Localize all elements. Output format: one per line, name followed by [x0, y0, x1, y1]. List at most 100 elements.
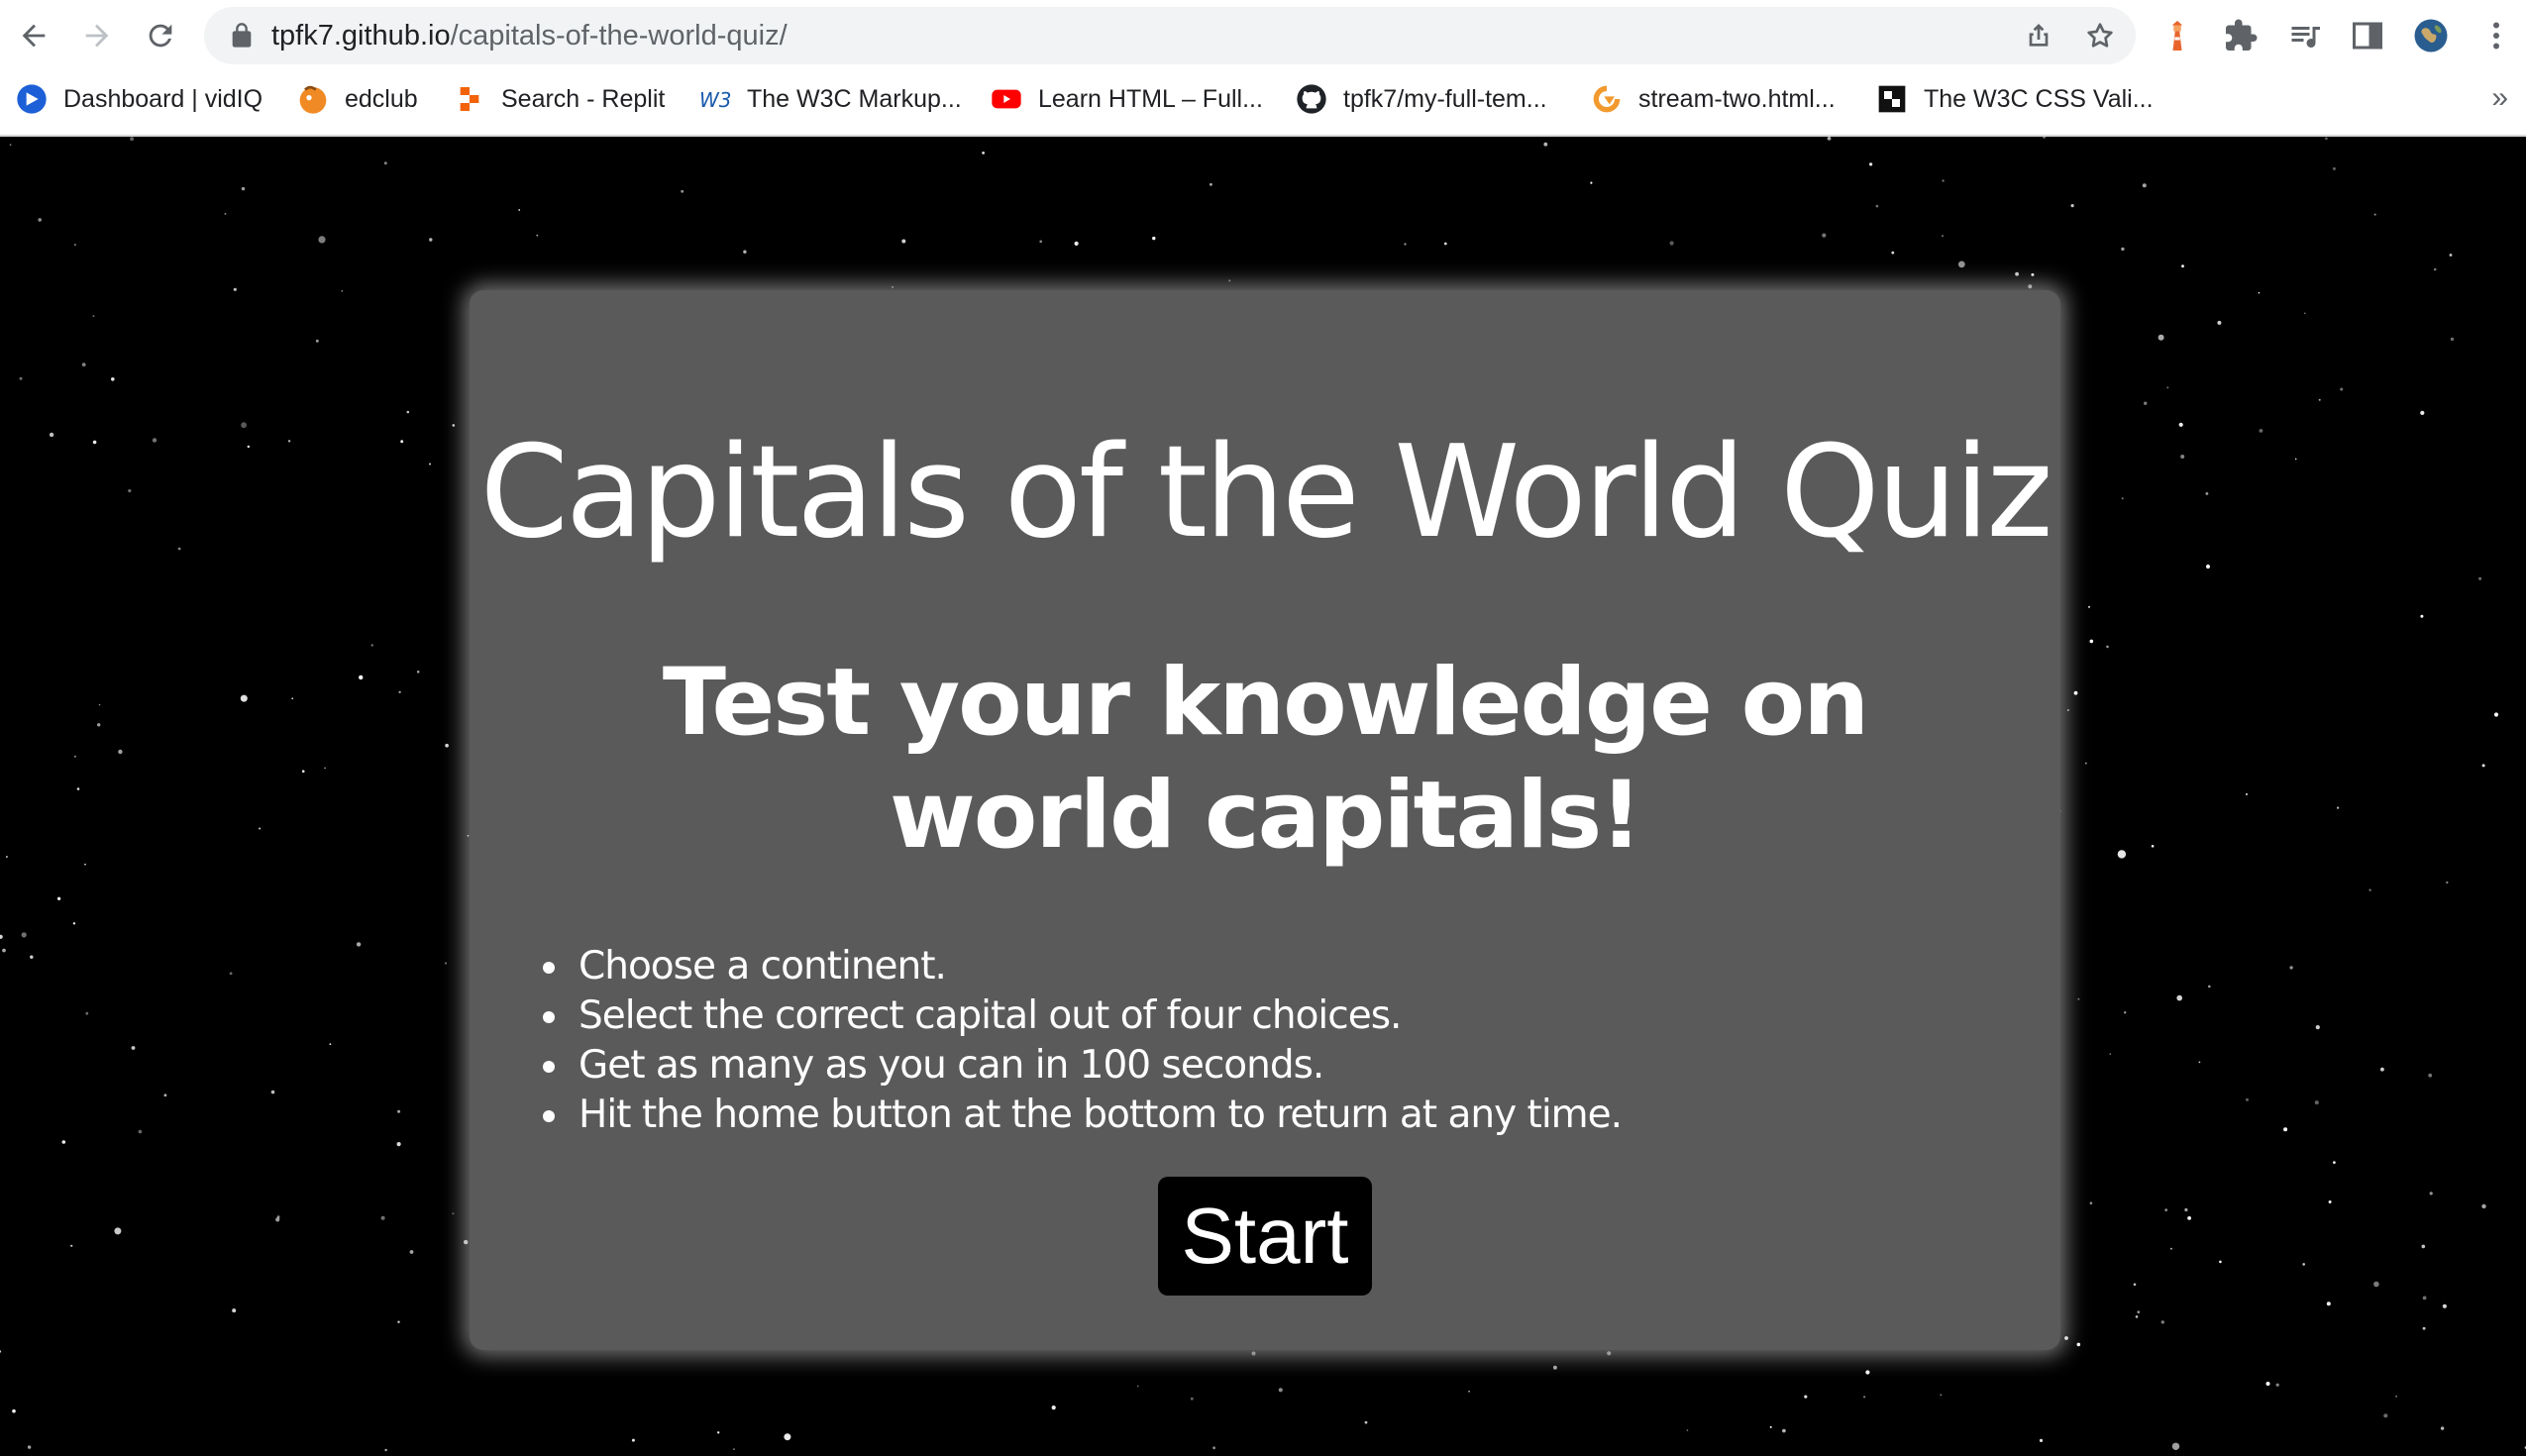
- star: [111, 377, 115, 381]
- star: [49, 432, 54, 438]
- star: [429, 463, 431, 466]
- star: [631, 1438, 635, 1442]
- profile-avatar-button[interactable]: [2409, 14, 2453, 57]
- bookmark-star-button[interactable]: [2082, 18, 2118, 53]
- media-controls-button[interactable]: [2283, 14, 2327, 57]
- star: [241, 186, 246, 191]
- bookmark-w3c-markup[interactable]: W3 The W3C Markup...: [699, 77, 962, 121]
- star: [1863, 1396, 1866, 1399]
- star: [2325, 137, 2328, 141]
- star: [733, 1448, 735, 1450]
- star: [12, 1408, 16, 1413]
- star: [2187, 1216, 2192, 1220]
- star: [2245, 792, 2249, 796]
- star: [2067, 709, 2069, 711]
- url-text[interactable]: tpfk7.github.io/capitals-of-the-world-qu…: [271, 7, 788, 64]
- bookmark-github[interactable]: tpfk7/my-full-tem...: [1296, 77, 1547, 121]
- bookmark-edclub[interactable]: edclub: [297, 77, 418, 121]
- star: [370, 644, 373, 647]
- star: [2176, 994, 2182, 1001]
- star: [2043, 137, 2046, 139]
- star: [1468, 1391, 1470, 1393]
- star: [2, 948, 6, 953]
- star: [2076, 1342, 2081, 1347]
- star: [2246, 1097, 2249, 1101]
- star: [1543, 142, 1548, 147]
- bookmark-label: Learn HTML – Full...: [1038, 84, 1263, 113]
- star: [2166, 386, 2169, 389]
- star: [2420, 410, 2425, 415]
- bookmark-label: The W3C CSS Vali...: [1924, 84, 2154, 113]
- extensions-button[interactable]: [2219, 14, 2263, 57]
- star: [2028, 284, 2033, 289]
- star: [247, 445, 250, 449]
- rule-item: Select the correct capital out of four c…: [573, 991, 1622, 1041]
- star: [2073, 690, 2078, 695]
- star: [2133, 1283, 2137, 1287]
- star: [73, 755, 76, 758]
- star: [2332, 166, 2336, 170]
- star: [2135, 1315, 2139, 1318]
- star: [2208, 985, 2211, 988]
- youtube-icon: [991, 83, 1022, 115]
- star: [1869, 162, 1873, 166]
- star: [2178, 422, 2183, 427]
- star: [2070, 204, 2074, 208]
- bookmark-stream-two[interactable]: stream-two.html...: [1591, 77, 1836, 121]
- star: [128, 488, 132, 493]
- star: [2109, 1053, 2112, 1056]
- browser-menu-button[interactable]: [2474, 14, 2518, 57]
- forward-button[interactable]: [73, 12, 121, 59]
- star: [2428, 1073, 2433, 1078]
- quiz-title: Capitals of the World Quiz: [479, 419, 2052, 567]
- star: [27, 1445, 32, 1449]
- replit-icon: [454, 83, 485, 115]
- star: [152, 438, 158, 443]
- star: [0, 934, 3, 939]
- rules-list: Choose a continent. Select the correct c…: [529, 942, 1623, 1140]
- star: [1957, 260, 1965, 268]
- url-host: tpfk7.github.io: [271, 20, 451, 52]
- bookmark-replit[interactable]: Search - Replit: [454, 77, 665, 121]
- side-panel-button[interactable]: [2346, 14, 2389, 57]
- star: [2314, 1100, 2319, 1105]
- star: [2142, 183, 2147, 188]
- star: [118, 749, 123, 755]
- extension-lighthouse-button[interactable]: [2156, 14, 2199, 57]
- star: [1782, 1428, 1786, 1433]
- star: [397, 1109, 401, 1113]
- bookmarks-overflow-button[interactable]: »: [2491, 81, 2508, 115]
- bookmark-learn-html[interactable]: Learn HTML – Full...: [991, 77, 1263, 121]
- star: [92, 315, 95, 318]
- back-button[interactable]: [10, 12, 57, 59]
- star: [0, 1350, 2, 1353]
- star: [324, 767, 326, 770]
- bookmark-vidiq[interactable]: Dashboard | vidIQ: [16, 77, 263, 121]
- star: [2315, 1025, 2320, 1030]
- star: [1228, 279, 1231, 282]
- star: [464, 1239, 469, 1245]
- star: [2429, 1192, 2433, 1196]
- star: [2181, 264, 2184, 268]
- star: [1443, 242, 1447, 246]
- bookmark-w3c-css[interactable]: The W3C CSS Vali...: [1876, 77, 2154, 121]
- star: [2015, 271, 2019, 276]
- star: [1669, 241, 1674, 246]
- rule-item: Get as many as you can in 100 seconds.: [573, 1041, 1622, 1091]
- start-button[interactable]: Start: [1158, 1177, 1372, 1296]
- address-bar[interactable]: tpfk7.github.io/capitals-of-the-world-qu…: [204, 7, 2136, 64]
- svg-text:W3: W3: [699, 88, 731, 112]
- star: [1039, 240, 1042, 244]
- reload-button[interactable]: [137, 12, 184, 59]
- side-panel-icon: [2353, 22, 2382, 50]
- star: [1865, 1370, 1870, 1375]
- star: [2373, 213, 2376, 216]
- star: [224, 212, 227, 215]
- bookmark-label: Dashboard | vidIQ: [63, 84, 263, 113]
- share-button[interactable]: [2021, 18, 2056, 53]
- star: [396, 1142, 401, 1147]
- star: [452, 424, 456, 427]
- star: [1590, 181, 1593, 184]
- star: [2395, 1395, 2398, 1398]
- star: [2259, 429, 2263, 433]
